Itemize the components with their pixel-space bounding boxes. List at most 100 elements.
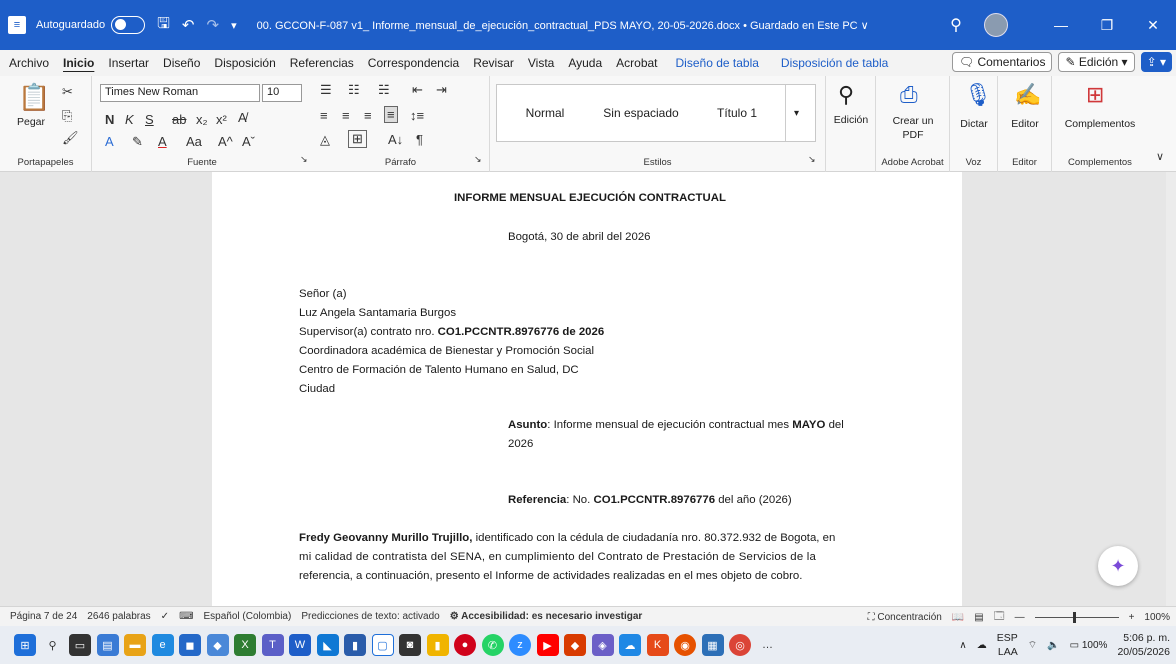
strikethrough-icon[interactable]: ab (172, 112, 186, 127)
zoom-icon[interactable]: z (509, 634, 531, 656)
app-menu-icon[interactable]: ≡ (8, 16, 26, 34)
zoom-in-button[interactable]: + (1129, 612, 1135, 623)
widgets-icon[interactable]: ▤ (96, 634, 119, 656)
align-right-icon[interactable]: ≡ (364, 108, 372, 123)
grow-font-icon[interactable]: A^ (218, 134, 233, 149)
store-icon[interactable]: ◼ (179, 634, 201, 656)
addins-icon[interactable]: ⊞ (1086, 82, 1104, 108)
bold-icon[interactable]: N (105, 112, 114, 127)
save-icon[interactable]: 🖫 (157, 13, 170, 38)
tab-disposicion-de-tabla[interactable]: Disposición de tabla (774, 56, 895, 70)
print-layout-icon[interactable]: ▤ (974, 612, 983, 623)
edge-icon[interactable]: e (151, 634, 174, 656)
undo-icon[interactable]: ↶ (182, 16, 195, 34)
superscript-icon[interactable]: x² (216, 112, 227, 127)
app-icon-10[interactable]: K (646, 634, 669, 656)
borders-icon[interactable]: ⊞ (348, 130, 367, 148)
style-titulo-1[interactable]: Título 1 (689, 85, 785, 141)
text-effects-icon[interactable]: A (105, 134, 114, 149)
word-count[interactable]: 2646 palabras (87, 611, 150, 622)
multilevel-list-icon[interactable]: ☵ (378, 82, 390, 98)
tab-disposicion[interactable]: Disposición (207, 56, 282, 70)
copilot-button[interactable]: ✦ (1098, 546, 1138, 586)
shading-icon[interactable]: ◬ (320, 132, 330, 148)
search-icon[interactable]: ⚲ (940, 15, 972, 35)
italic-icon[interactable]: K (125, 112, 134, 127)
editing-button[interactable]: Edición (828, 114, 874, 126)
document-page[interactable]: INFORME MENSUAL EJECUCIÓN CONTRACTUAL Bo… (212, 172, 962, 606)
change-case-icon[interactable]: Aa (186, 134, 202, 149)
justify-icon[interactable]: ≡ (384, 106, 398, 123)
zoom-slider[interactable] (1034, 612, 1119, 623)
onedrive-icon[interactable]: ☁ (619, 634, 641, 656)
paste-icon[interactable]: 📋 (18, 82, 50, 113)
app-icon-9[interactable]: ◈ (591, 634, 614, 656)
share-button[interactable]: ⇪ ▾ (1140, 52, 1172, 72)
clear-format-icon[interactable]: A̸ (238, 110, 247, 125)
firefox-icon[interactable]: ◉ (674, 634, 696, 656)
vertical-scrollbar[interactable] (1166, 172, 1176, 606)
app-icon-7[interactable]: ● (454, 634, 476, 656)
cut-icon[interactable]: ✂ (62, 84, 73, 100)
redo-icon[interactable]: ↷ (206, 16, 219, 34)
show-hidden-icons-icon[interactable]: ∧ (959, 640, 966, 651)
word-icon[interactable]: W (289, 634, 311, 656)
accessibility-status[interactable]: ⚙ Accesibilidad: es necesario investigar (450, 611, 643, 622)
sort-icon[interactable]: A↓ (388, 132, 403, 147)
shrink-font-icon[interactable]: Aˇ (242, 134, 255, 149)
collapse-ribbon-icon[interactable]: ∨ (1156, 150, 1164, 163)
increase-indent-icon[interactable]: ⇥ (436, 82, 447, 98)
proofing-icon[interactable]: ✓ (161, 611, 169, 622)
more-apps-icon[interactable]: … (757, 634, 779, 656)
tab-diseno-de-tabla[interactable]: Diseño de tabla (669, 56, 766, 70)
style-sin-espaciado[interactable]: Sin espaciado (593, 85, 689, 141)
tab-acrobat[interactable]: Acrobat (609, 56, 664, 70)
editing-mode-button[interactable]: ✎ Edición ▾ (1058, 52, 1135, 72)
font-name-select[interactable]: Times New Roman (100, 84, 260, 102)
app-icon-5[interactable]: ◙ (399, 634, 421, 656)
align-center-icon[interactable]: ≡ (342, 108, 350, 123)
maximize-button[interactable]: ❐ (1084, 17, 1130, 34)
text-predictions-status[interactable]: Predicciones de texto: activado (301, 611, 439, 622)
find-icon[interactable]: ⚲ (838, 82, 854, 108)
style-normal[interactable]: Normal (497, 85, 593, 141)
tab-ayuda[interactable]: Ayuda (561, 56, 609, 70)
search-icon[interactable]: ⚲ (42, 634, 64, 656)
subscript-icon[interactable]: x₂ (196, 112, 208, 127)
app-icon-6[interactable]: ▮ (426, 634, 449, 656)
create-pdf-icon[interactable]: ⎙ (900, 82, 918, 108)
align-left-icon[interactable]: ≡ (320, 108, 328, 123)
document-canvas[interactable]: INFORME MENSUAL EJECUCIÓN CONTRACTUAL Bo… (0, 172, 1166, 606)
app-icon-8[interactable]: ◆ (564, 634, 586, 656)
clock[interactable]: 5:06 p. m. 20/05/2026 (1117, 631, 1170, 659)
excel-icon[interactable]: X (234, 634, 256, 656)
battery-status[interactable]: ▭ 100% (1070, 640, 1108, 651)
read-mode-icon[interactable]: 📖 (952, 612, 964, 623)
highlight-icon[interactable]: ✎ (132, 134, 143, 150)
dictate-button[interactable]: Dictar (952, 118, 996, 130)
tab-correspondencia[interactable]: Correspondencia (361, 56, 466, 70)
underline-icon[interactable]: S (145, 112, 154, 127)
customize-toolbar-icon[interactable]: ▾ (231, 19, 237, 32)
addins-button[interactable]: Complementos (1056, 118, 1144, 130)
app-icon-11[interactable]: ▦ (701, 634, 724, 656)
numbering-icon[interactable]: ☷ (348, 82, 360, 98)
app-icon-2[interactable]: ◣ (316, 634, 339, 656)
tab-referencias[interactable]: Referencias (283, 56, 361, 70)
zoom-slider-thumb[interactable] (1072, 612, 1076, 623)
bullets-icon[interactable]: ☰ (320, 82, 332, 98)
show-marks-icon[interactable]: ¶ (416, 132, 423, 147)
tab-revisar[interactable]: Revisar (466, 56, 521, 70)
minimize-button[interactable]: — (1038, 17, 1084, 33)
line-spacing-icon[interactable]: ↕≡ (410, 108, 424, 123)
app-icon-4[interactable]: ▢ (371, 634, 394, 656)
create-pdf-button[interactable]: Crear un PDF (886, 114, 940, 142)
styles-more-button[interactable]: ▾ (785, 85, 807, 141)
comments-button[interactable]: 🗨 Comentarios (951, 52, 1053, 72)
text-predictions-icon[interactable]: ⌨ (179, 611, 193, 622)
volume-icon[interactable]: 🔈 (1047, 640, 1059, 651)
zoom-out-button[interactable]: — (1015, 612, 1025, 623)
decrease-indent-icon[interactable]: ⇤ (412, 82, 423, 98)
avatar[interactable] (984, 13, 1008, 37)
whatsapp-icon[interactable]: ✆ (481, 634, 504, 656)
